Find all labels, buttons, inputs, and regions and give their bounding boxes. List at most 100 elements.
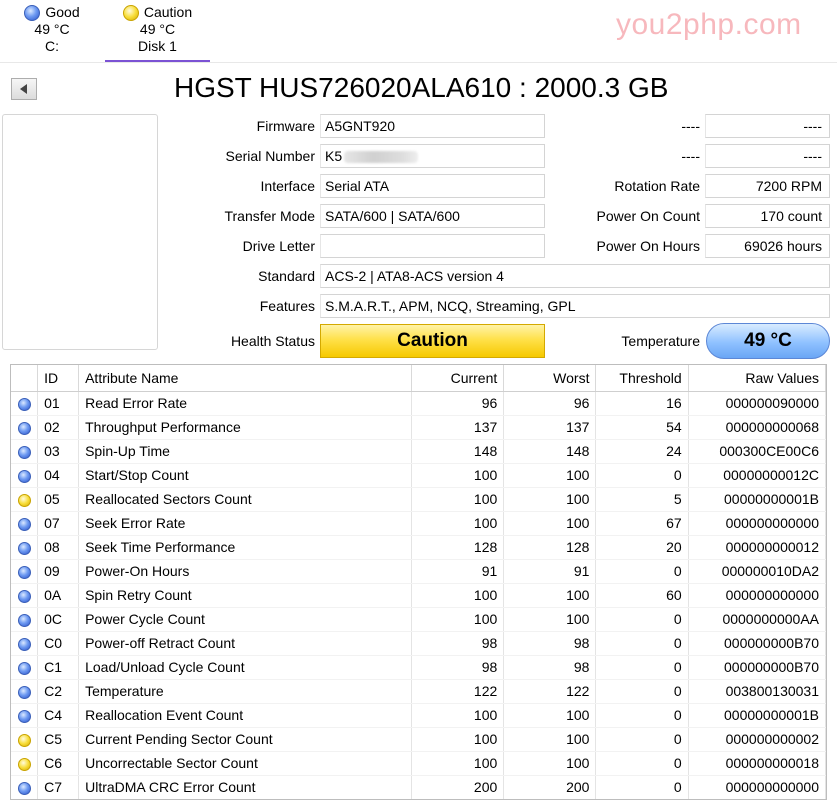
table-row[interactable]: C7 UltraDMA CRC Error Count 200 200 0 0000000… [11,775,826,799]
power-on-count-value: 170 count [705,204,830,228]
health-status-button[interactable]: Caution [320,324,545,358]
interface-label: Interface [260,178,315,194]
current-value-cell: 91 [411,559,505,584]
good-status-icon [24,4,41,21]
previous-disk-button[interactable] [11,78,37,100]
attribute-id-cell: C2 [37,679,80,704]
worst-value-cell: 91 [503,559,597,584]
table-row[interactable]: C0 Power-off Retract Count 98 98 0 000000000B… [11,631,826,656]
threshold-value-cell: 0 [595,463,689,488]
threshold-value-cell: 20 [595,535,689,560]
threshold-value-cell: 24 [595,439,689,464]
threshold-value-cell: 0 [595,727,689,752]
attribute-name-cell: Load/Unload Cycle Count [78,655,413,680]
column-header-status[interactable] [11,365,39,392]
current-value-cell: 100 [411,751,505,776]
attribute-name-cell: Seek Error Rate [78,511,413,536]
attribute-id-cell: 04 [37,463,80,488]
disk-temperature: 49 °C [139,21,176,37]
status-cell [11,439,39,464]
raw-value-cell: 000000000002 [688,727,826,752]
attribute-name-cell: Throughput Performance [78,415,413,440]
attribute-name-cell: Read Error Rate [78,391,413,416]
attribute-id-cell: 09 [37,559,80,584]
redacted-mask [344,151,419,164]
status-cell [11,391,39,416]
attribute-id-cell: 05 [37,487,80,512]
attribute-id-cell: C0 [37,631,80,656]
current-value-cell: 100 [411,487,505,512]
status-cell [11,631,39,656]
temperature-button[interactable]: 49 °C [706,323,830,359]
page-title: HGST HUS726020ALA610 : 2000.3 GB [174,72,669,103]
disk-tab-c[interactable]: Good 49 °C C: [2,4,102,62]
drive-letter-label: Drive Letter [242,238,315,254]
table-row[interactable]: 09 Power-On Hours 91 91 0 000000010DA2 [11,559,826,584]
attribute-id-cell: C7 [37,775,80,799]
raw-value-cell: 00000000001B [688,703,826,728]
raw-value-cell: 000000000000 [688,511,826,536]
interface-value: Serial ATA [320,174,545,198]
worst-value-cell: 100 [503,703,597,728]
column-header-raw-values[interactable]: Raw Values [688,365,826,392]
standard-label: Standard [258,268,315,284]
raw-value-cell: 000300CE00C6 [688,439,826,464]
column-header-threshold[interactable]: Threshold [595,365,689,392]
table-row[interactable]: C6 Uncorrectable Sector Count 100 100 0 00000… [11,751,826,776]
table-row[interactable]: 0A Spin Retry Count 100 100 60 000000000000 [11,583,826,608]
status-cell [11,583,39,608]
table-row[interactable]: 07 Seek Error Rate 100 100 67 000000000000 [11,511,826,536]
transfer-mode-label: Transfer Mode [224,208,315,224]
current-value-cell: 200 [411,775,505,799]
power-on-hours-label: Power On Hours [596,238,700,254]
status-cell [11,655,39,680]
table-row[interactable]: C5 Current Pending Sector Count 100 100 0 000… [11,727,826,752]
table-row[interactable]: 0C Power Cycle Count 100 100 0 0000000000AA [11,607,826,632]
table-row[interactable]: 01 Read Error Rate 96 96 16 000000090000 [11,391,826,416]
raw-value-cell: 00000000012C [688,463,826,488]
table-row[interactable]: 08 Seek Time Performance 128 128 20 000000000… [11,535,826,560]
caution-status-icon [17,493,31,507]
threshold-value-cell: 0 [595,703,689,728]
serial-number-text: K5 [325,148,343,164]
disk-name: Disk 1 [138,38,177,54]
good-status-icon [17,469,31,483]
attribute-name-cell: Reallocation Event Count [78,703,413,728]
table-row[interactable]: 02 Throughput Performance 137 137 54 00000000… [11,415,826,440]
column-header-attribute-name[interactable]: Attribute Name [78,365,413,392]
worst-value-cell: 100 [503,511,597,536]
table-row[interactable]: C2 Temperature 122 122 0 003800130031 [11,679,826,704]
features-label: Features [259,298,315,314]
disk-tab-bar: Good 49 °C C: Caution 49 °C Disk 1 you2p… [0,0,837,62]
good-status-icon [17,661,31,675]
worst-value-cell: 100 [503,607,597,632]
worst-value-cell: 137 [503,415,597,440]
worst-value-cell: 96 [503,391,597,416]
table-row[interactable]: 05 Reallocated Sectors Count 100 100 5 000000… [11,487,826,512]
table-row[interactable]: 03 Spin-Up Time 148 148 24 000300CE00C6 [11,439,826,464]
column-header-worst[interactable]: Worst [503,365,597,392]
good-status-icon [17,685,31,699]
raw-value-cell: 000000000000 [688,583,826,608]
column-header-current[interactable]: Current [411,365,505,392]
good-status-icon [17,397,31,411]
standard-value: ACS-2 | ATA8-ACS version 4 [320,264,830,288]
attribute-name-cell: Reallocated Sectors Count [78,487,413,512]
divider [0,62,837,63]
current-value-cell: 137 [411,415,505,440]
current-value-cell: 100 [411,583,505,608]
table-row[interactable]: C1 Load/Unload Cycle Count 98 98 0 000000000B… [11,655,826,680]
good-status-icon [17,565,31,579]
temperature-label: Temperature [621,333,700,349]
column-header-id[interactable]: ID [37,365,80,392]
attribute-id-cell: 07 [37,511,80,536]
caution-status-icon [17,757,31,771]
current-value-cell: 100 [411,511,505,536]
disk-tab-disk-1[interactable]: Caution 49 °C Disk 1 [105,4,210,62]
worst-value-cell: 128 [503,535,597,560]
table-row[interactable]: 04 Start/Stop Count 100 100 0 00000000012C [11,463,826,488]
attribute-name-cell: Temperature [78,679,413,704]
table-row[interactable]: C4 Reallocation Event Count 100 100 0 0000000… [11,703,826,728]
firmware-value: A5GNT920 [320,114,545,138]
worst-value-cell: 100 [503,463,597,488]
